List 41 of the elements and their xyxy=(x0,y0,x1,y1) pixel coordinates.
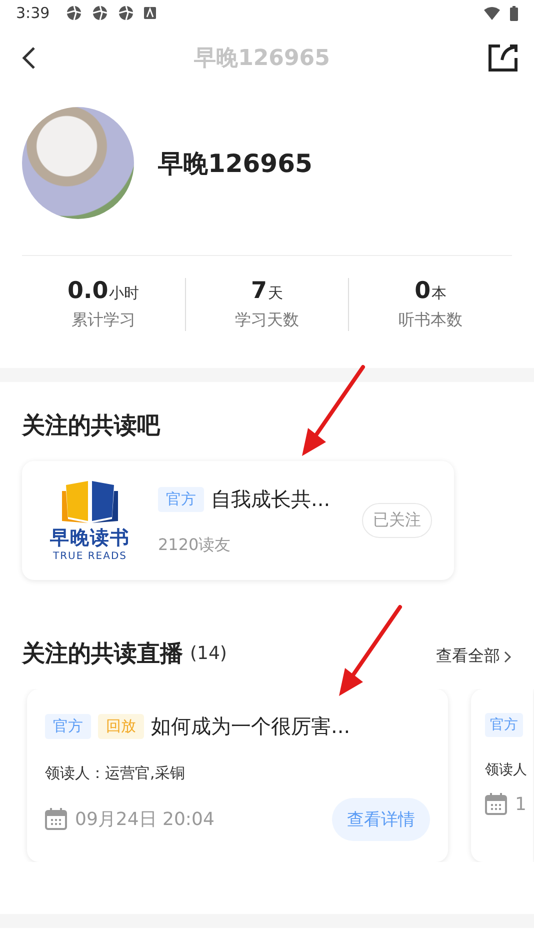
chevron-right-icon xyxy=(504,650,512,662)
back-button[interactable] xyxy=(22,46,36,70)
group-name: 自我成长共... xyxy=(211,486,330,512)
header-title: 早晚126965 xyxy=(194,45,330,73)
stat-label: 学习天数 xyxy=(235,310,299,331)
share-button[interactable] xyxy=(488,44,518,72)
section-title: 关注的共读吧 xyxy=(22,412,160,441)
see-all-link[interactable]: 查看全部 xyxy=(436,646,512,667)
stat-value: 0 xyxy=(414,278,431,304)
live-card[interactable]: 官方 回放 如何成为一个很厉害... 领读人：运营官,采铜 09月24日 20:04 查看详情 xyxy=(27,689,448,862)
stat-value: 7 xyxy=(251,278,268,304)
stat-label: 听书本数 xyxy=(398,310,463,331)
stat-label: 累计学习 xyxy=(71,310,136,331)
live-count: (14) xyxy=(190,643,227,664)
official-tag: 官方 xyxy=(158,486,204,512)
stat-unit: 本 xyxy=(432,284,447,303)
status-time: 3:39 xyxy=(16,4,50,22)
wifi-icon xyxy=(484,6,500,20)
keyboard-icon xyxy=(144,7,156,19)
official-tag: 官方 xyxy=(485,713,523,737)
live-card[interactable]: 官方 领读人 1 xyxy=(471,689,533,862)
calendar-icon xyxy=(45,808,67,830)
section-title: 关注的共读直播 xyxy=(22,640,183,669)
leader-text: 领读人：运营官,采铜 xyxy=(45,764,185,784)
live-title: 如何成为一个很厉害... xyxy=(151,713,350,740)
replay-tag: 回放 xyxy=(98,714,144,739)
battery-icon xyxy=(510,6,518,20)
stat-unit: 天 xyxy=(268,284,284,303)
stat-unit: 小时 xyxy=(109,284,140,303)
logo-name: 早晚读书 xyxy=(50,526,130,551)
logo-tagline: TRUE READS xyxy=(52,551,128,562)
live-date: 1 xyxy=(515,794,526,815)
leader-text: 领读人 xyxy=(485,761,527,780)
official-tag: 官方 xyxy=(45,714,91,739)
book-logo-icon xyxy=(62,479,118,525)
user-name: 早晚126965 xyxy=(158,148,312,180)
member-count: 2120读友 xyxy=(158,534,232,556)
reading-group-card[interactable]: 早晚读书 TRUE READS 官方 自我成长共... 2120读友 已关注 xyxy=(22,461,454,580)
live-date: 09月24日 20:04 xyxy=(75,808,214,831)
calendar-icon xyxy=(485,793,507,816)
stat-value: 0.0 xyxy=(67,278,108,304)
